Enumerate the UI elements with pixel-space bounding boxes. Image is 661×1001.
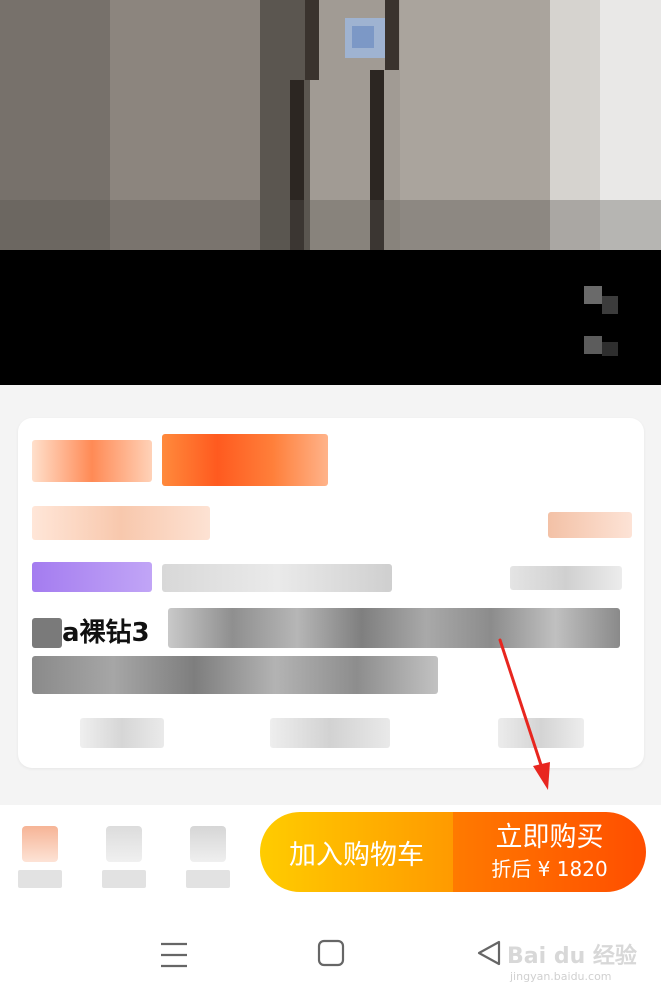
location-blur: [510, 566, 622, 590]
photo-pixel: [584, 286, 602, 304]
service-icon-glyph: [106, 826, 142, 862]
back-icon[interactable]: [474, 938, 504, 968]
product-title: a裸钻3: [62, 618, 150, 648]
photo-pixel: [385, 0, 399, 70]
title-blur: [32, 618, 62, 648]
purchase-buttons: 加入购物车 立即购买 折后 ¥ 1820: [260, 812, 646, 892]
menu-icon[interactable]: [158, 940, 190, 970]
service-label-blur: [102, 870, 146, 888]
shop-label-blur: [18, 870, 62, 888]
photo-pixel: [602, 342, 618, 356]
photo-pixel: [602, 296, 618, 314]
store-tag-blur: [32, 562, 152, 592]
add-to-cart-label: 加入购物车: [289, 839, 424, 871]
shop-icon-glyph: [22, 826, 58, 862]
favorite-icon[interactable]: [186, 826, 230, 896]
favorite-icon-glyph: [190, 826, 226, 862]
photo-pixel: [0, 200, 661, 250]
service-blur: [498, 718, 584, 748]
photo-pixel: [584, 336, 602, 354]
photo-pixel: [305, 0, 319, 80]
price-blur: [32, 440, 152, 482]
title-blur: [32, 656, 438, 694]
home-icon[interactable]: [316, 938, 346, 968]
buy-now-label: 立即购买: [495, 822, 604, 853]
add-to-cart-button[interactable]: 加入购物车: [260, 812, 453, 892]
photo-pixel: [352, 26, 374, 48]
promo-badge-blur: [162, 434, 328, 486]
favorite-label-blur: [186, 870, 230, 888]
sales-blur: [548, 512, 632, 538]
service-blur: [80, 718, 164, 748]
service-blur: [270, 718, 390, 748]
store-name-blur: [162, 564, 392, 592]
title-blur: [168, 608, 620, 648]
service-icon[interactable]: [102, 826, 146, 896]
shop-icon[interactable]: [18, 826, 62, 896]
product-photo[interactable]: [0, 0, 661, 250]
buy-now-button[interactable]: 立即购买 折后 ¥ 1820: [453, 812, 646, 892]
buy-now-price: 折后 ¥ 1820: [491, 857, 608, 881]
coupon-blur: [32, 506, 210, 540]
video-area: [0, 250, 661, 385]
